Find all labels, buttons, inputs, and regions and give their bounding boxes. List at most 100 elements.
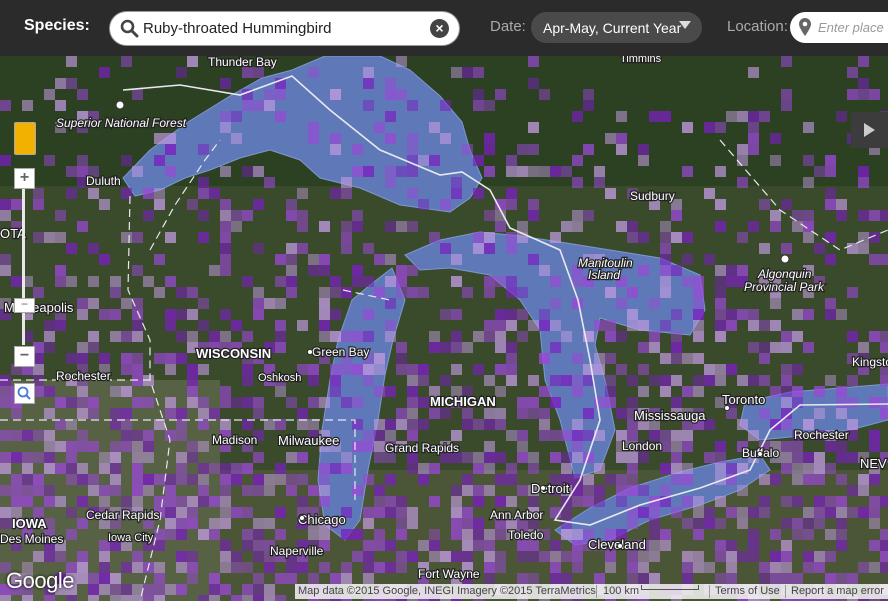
occurrence-cell [506, 342, 517, 353]
street-view-pegman[interactable] [14, 122, 36, 155]
clear-icon[interactable]: × [430, 19, 449, 38]
occurrence-cell [880, 540, 888, 551]
occurrence-cell [660, 232, 671, 243]
occurrence-cell [748, 507, 759, 518]
occurrence-cell [451, 309, 462, 320]
occurrence-cell [495, 276, 506, 287]
occurrence-cell [869, 89, 880, 100]
occurrence-cell [825, 254, 836, 265]
occurrence-cell [550, 298, 561, 309]
occurrence-cell [275, 573, 286, 584]
occurrence-cell [418, 375, 429, 386]
occurrence-cell [792, 463, 803, 474]
occurrence-cell [132, 496, 143, 507]
zoom-slider-track[interactable] [22, 188, 25, 345]
occurrence-cell [220, 122, 231, 133]
zoom-slider-handle[interactable]: − [14, 298, 35, 313]
occurrence-cell [484, 375, 495, 386]
occurrence-cell [308, 375, 319, 386]
label-thunder-bay: Thunder Bay [208, 56, 277, 69]
occurrence-cell [275, 529, 286, 540]
occurrence-cell [132, 441, 143, 452]
report-map-error-link[interactable]: Report a map error [791, 585, 884, 597]
occurrence-cell [539, 551, 550, 562]
map-canvas[interactable]: Thunder Bay Superior National Forest Dul… [0, 56, 888, 601]
occurrence-cell [517, 430, 528, 441]
occurrence-cell [583, 210, 594, 221]
species-input-value[interactable]: Ruby-throated Hummingbird [143, 20, 331, 37]
occurrence-cell [352, 210, 363, 221]
occurrence-cell [286, 210, 297, 221]
occurrence-cell [726, 111, 737, 122]
occurrence-cell [242, 595, 253, 601]
occurrence-cell [407, 287, 418, 298]
occurrence-cell [121, 155, 132, 166]
zoom-area-button[interactable] [14, 383, 35, 404]
zoom-out-button[interactable]: − [14, 346, 35, 367]
species-search-field[interactable]: Ruby-throated Hummingbird × [110, 12, 459, 45]
occurrence-cell [154, 584, 165, 595]
occurrence-cell [671, 397, 682, 408]
occurrence-cell [726, 463, 737, 474]
occurrence-cell [77, 89, 88, 100]
occurrence-cell [253, 452, 264, 463]
occurrence-cell [605, 386, 616, 397]
occurrence-cell [209, 584, 220, 595]
occurrence-cell [759, 496, 770, 507]
occurrence-cell [671, 507, 682, 518]
occurrence-cell [385, 254, 396, 265]
occurrence-cell [594, 463, 605, 474]
occurrence-cell [616, 452, 627, 463]
occurrence-cell [781, 364, 792, 375]
occurrence-cell [770, 221, 781, 232]
occurrence-cell [319, 254, 330, 265]
occurrence-cell [297, 474, 308, 485]
occurrence-cell [539, 408, 550, 419]
occurrence-cell [363, 100, 374, 111]
occurrence-cell [781, 540, 792, 551]
occurrence-cell [825, 166, 836, 177]
occurrence-cell [407, 133, 418, 144]
occurrence-cell [693, 507, 704, 518]
occurrence-cell [737, 155, 748, 166]
occurrence-cell [748, 133, 759, 144]
terms-of-use-link[interactable]: Terms of Use [715, 585, 780, 597]
zoom-in-button[interactable]: + [14, 168, 35, 189]
occurrence-cell [330, 188, 341, 199]
panel-toggle-button[interactable] [851, 112, 888, 148]
occurrence-cell [110, 309, 121, 320]
label-oshkosh: Oshkosh [258, 372, 301, 384]
occurrence-cell [418, 155, 429, 166]
occurrence-cell [44, 441, 55, 452]
map-svg[interactable]: Thunder Bay Superior National Forest Dul… [0, 56, 888, 601]
date-dropdown[interactable]: Apr-May, Current Year [531, 12, 702, 43]
occurrence-cell [0, 507, 11, 518]
occurrence-cell [847, 375, 858, 386]
occurrence-cell [385, 78, 396, 89]
occurrence-cell [176, 518, 187, 529]
occurrence-cell [33, 474, 44, 485]
occurrence-cell [660, 221, 671, 232]
occurrence-cell [22, 485, 33, 496]
occurrence-cell [176, 562, 187, 573]
occurrence-cell [462, 67, 473, 78]
occurrence-cell [220, 474, 231, 485]
occurrence-cell [220, 166, 231, 177]
occurrence-cell [99, 67, 110, 78]
occurrence-cell [44, 551, 55, 562]
occurrence-cell [836, 507, 847, 518]
occurrence-cell [803, 463, 814, 474]
occurrence-cell [121, 386, 132, 397]
occurrence-cell [154, 595, 165, 601]
location-input[interactable] [818, 16, 888, 38]
location-field[interactable] [790, 12, 888, 43]
occurrence-cell [506, 320, 517, 331]
occurrence-cell [165, 518, 176, 529]
label-algonquin: Algonquin [757, 267, 812, 281]
occurrence-cell [814, 551, 825, 562]
occurrence-cell [594, 177, 605, 188]
occurrence-cell [616, 221, 627, 232]
occurrence-cell [781, 397, 792, 408]
occurrence-cell [814, 408, 825, 419]
occurrence-cell [352, 441, 363, 452]
